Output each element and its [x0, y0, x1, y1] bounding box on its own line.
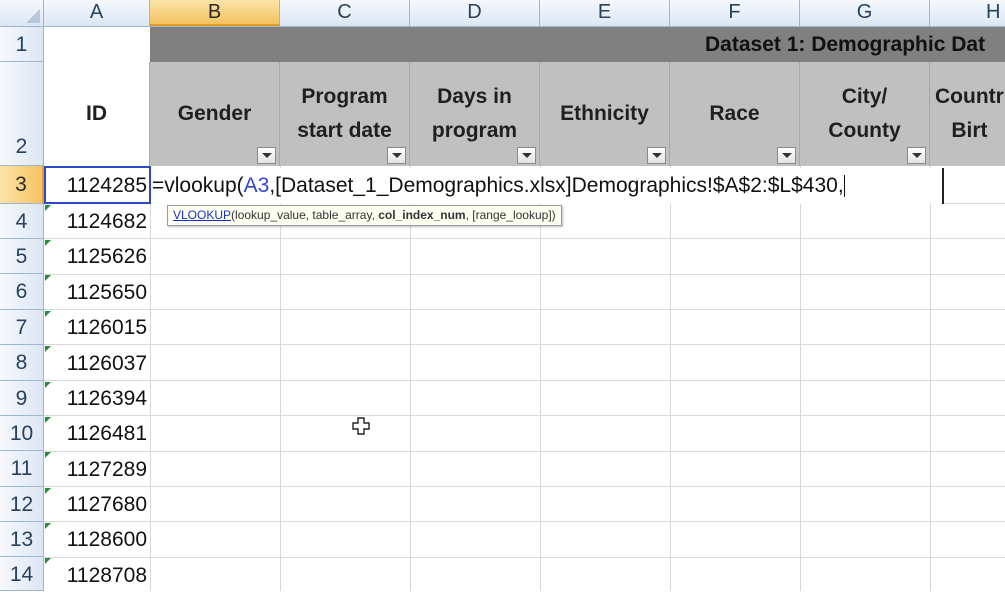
header-label-ethnicity: Ethnicity	[560, 102, 649, 125]
header-cell-id[interactable]: ID	[44, 62, 150, 166]
id-cell[interactable]: 1124682	[44, 204, 150, 239]
header-cell-gender[interactable]: Gender	[150, 62, 280, 166]
table-header-row: ID Gender Program start date Days in progr…	[44, 62, 1005, 166]
function-argument-tooltip: VLOOKUP(lookup_value, table_array, col_i…	[167, 205, 562, 226]
row-header-7[interactable]: 7	[0, 310, 44, 345]
formula-cell-reference: A3	[243, 174, 270, 197]
row-header-9[interactable]: 9	[0, 381, 44, 416]
column-header-b[interactable]: B	[150, 0, 280, 26]
row-header-5[interactable]: 5	[0, 239, 44, 274]
error-indicator-icon	[45, 558, 51, 564]
select-all-triangle-icon	[26, 9, 40, 23]
error-indicator-icon	[45, 346, 51, 352]
formula-rest: ,[Dataset_1_Demographics.xlsx]Demographi…	[269, 174, 844, 197]
cell-formula-editor[interactable]: =vlookup(A3,[Dataset_1_Demographics.xlsx…	[151, 168, 944, 204]
filter-dropdown-icon[interactable]	[777, 147, 796, 164]
error-indicator-icon	[45, 452, 51, 458]
column-header-a[interactable]: A	[44, 0, 150, 26]
row-header-13[interactable]: 13	[0, 522, 44, 557]
error-indicator-icon	[45, 417, 51, 423]
error-indicator-icon	[45, 382, 51, 388]
formula-prefix: =vlookup(	[152, 174, 244, 197]
header-cell-program-start-date[interactable]: Program start date	[280, 62, 410, 166]
id-cell[interactable]: 1126015	[44, 310, 150, 345]
header-label-id: ID	[86, 102, 107, 125]
id-cell[interactable]: 1127680	[44, 487, 150, 522]
column-header-h[interactable]: H	[930, 0, 1005, 26]
header-label-race: Race	[709, 102, 760, 125]
id-cell[interactable]: 1128708	[44, 557, 150, 591]
column-header-c[interactable]: C	[280, 0, 410, 26]
row-header-10[interactable]: 10	[0, 416, 44, 451]
header-label-program-start-date: Program start date	[297, 85, 392, 142]
filter-dropdown-icon[interactable]	[907, 147, 926, 164]
column-header-g[interactable]: G	[800, 0, 930, 26]
row-header-11[interactable]: 11	[0, 451, 44, 487]
header-label-days-in-program: Days in program	[431, 85, 518, 142]
text-caret	[843, 175, 845, 198]
cross-cursor-icon	[352, 417, 370, 435]
header-cell-city-county[interactable]: City/County	[800, 62, 930, 166]
id-cell[interactable]: 1127289	[44, 451, 150, 487]
id-cell[interactable]: 1125650	[44, 274, 150, 310]
row-header-1[interactable]: 1	[0, 27, 44, 62]
error-indicator-icon	[45, 523, 51, 529]
header-cell-race[interactable]: Race	[670, 62, 800, 166]
row-header-2[interactable]: 2	[0, 62, 44, 166]
error-indicator-icon	[45, 275, 51, 281]
error-indicator-icon	[45, 240, 51, 246]
row-header-14[interactable]: 14	[0, 557, 44, 591]
header-cell-ethnicity[interactable]: Ethnicity	[540, 62, 670, 166]
error-indicator-icon	[45, 311, 51, 317]
column-header-f[interactable]: F	[670, 0, 800, 26]
id-cell[interactable]: 1125626	[44, 239, 150, 274]
id-cell[interactable]: 1126394	[44, 381, 150, 416]
header-label-city-county: City/County	[828, 85, 901, 142]
dataset-banner[interactable]: Dataset 1: Demographic Dat	[150, 27, 1005, 62]
header-label-country-of-birth: Countr Birt	[935, 85, 1004, 142]
column-header-e[interactable]: E	[540, 0, 670, 26]
filter-dropdown-icon[interactable]	[517, 147, 536, 164]
id-cell[interactable]: 1126481	[44, 416, 150, 451]
banner-title: Dataset 1: Demographic Dat	[705, 33, 986, 56]
row-header-12[interactable]: 12	[0, 487, 44, 522]
formula-reference-highlight	[44, 166, 151, 204]
filter-dropdown-icon[interactable]	[647, 147, 666, 164]
header-cell-days-in-program[interactable]: Days in program	[410, 62, 540, 166]
row-header-4[interactable]: 4	[0, 204, 44, 239]
header-cell-country-of-birth[interactable]: Countr Birt	[930, 62, 1005, 166]
header-label-gender: Gender	[177, 102, 252, 125]
select-all-corner[interactable]	[0, 0, 44, 26]
row-header-3[interactable]: 3	[0, 166, 44, 204]
filter-dropdown-icon[interactable]	[387, 147, 406, 164]
current-argument: col_index_num	[378, 208, 466, 222]
row-header-8[interactable]: 8	[0, 345, 44, 381]
error-indicator-icon	[45, 488, 51, 494]
column-header-d[interactable]: D	[410, 0, 540, 26]
id-cell[interactable]: 1128600	[44, 522, 150, 557]
error-indicator-icon	[45, 205, 51, 211]
id-cell[interactable]: 1126037	[44, 345, 150, 381]
row-header-6[interactable]: 6	[0, 274, 44, 310]
filter-dropdown-icon[interactable]	[257, 147, 276, 164]
function-help-link[interactable]: VLOOKUP	[173, 208, 231, 222]
